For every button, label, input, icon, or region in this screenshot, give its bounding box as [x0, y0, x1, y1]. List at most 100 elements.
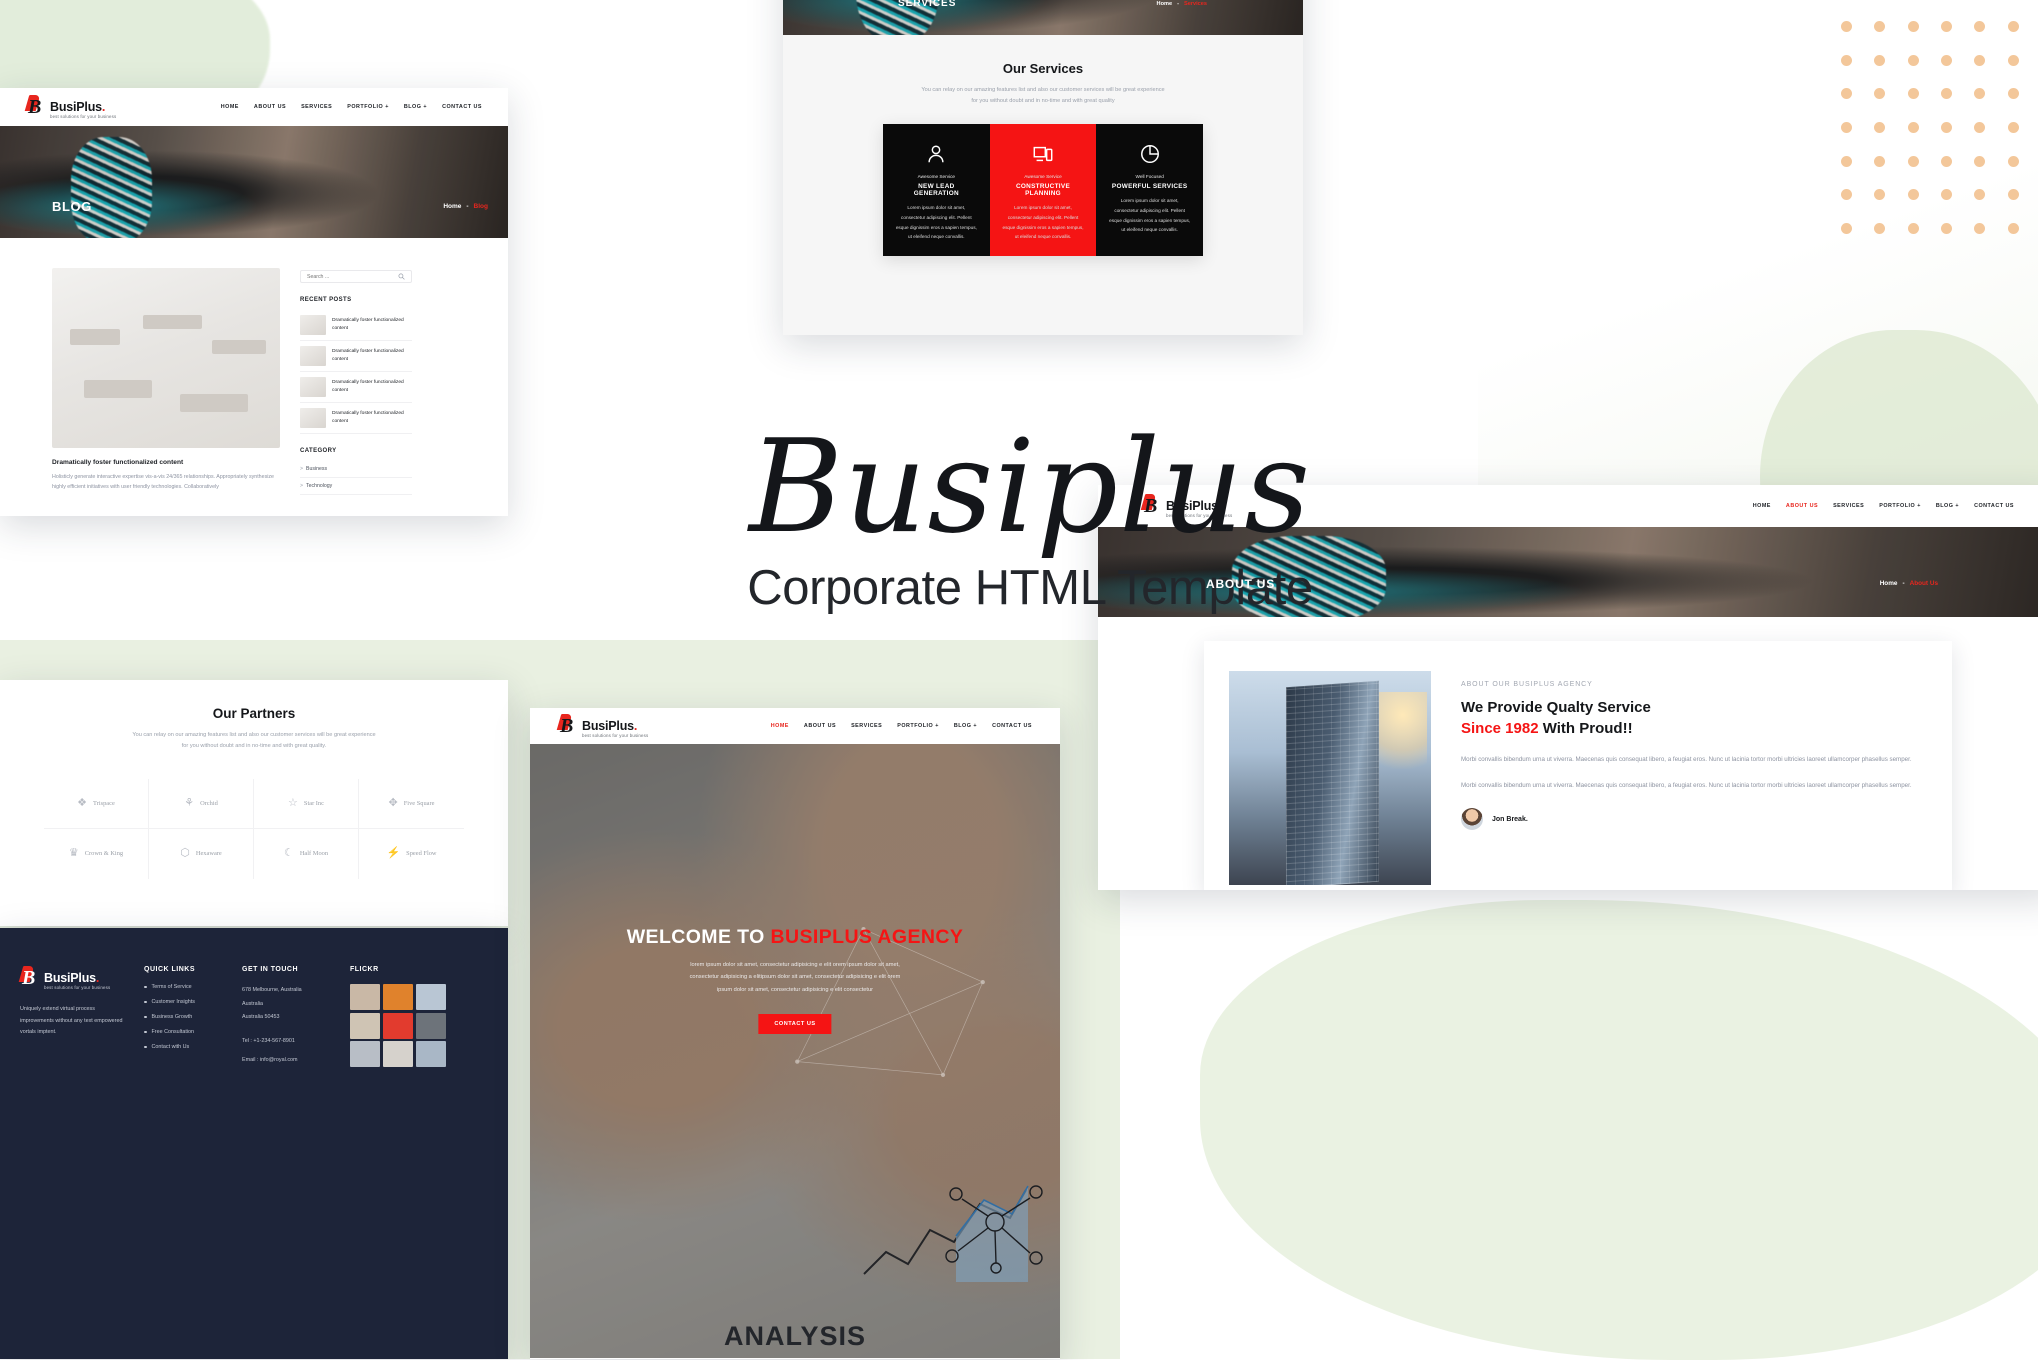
quick-link-item[interactable]: Free Consultation	[144, 1029, 226, 1035]
nav-item-blog[interactable]: BLOG +	[954, 723, 977, 729]
footer-email[interactable]: Email : info@royal.com	[242, 1054, 334, 1068]
flickr-thumbnail[interactable]	[350, 1012, 381, 1039]
partner-item[interactable]: ☆ Star Inc	[254, 778, 359, 829]
recent-post-item[interactable]: Dramatically foster functionalized conte…	[300, 310, 412, 341]
partner-name: Trispace	[93, 799, 115, 807]
service-card[interactable]: Awesome Service NEW LEAD GENERATION Lorem …	[883, 124, 990, 256]
search-input[interactable]	[307, 273, 398, 280]
address-line: 678 Melbourne, Australia	[242, 987, 302, 993]
nav-item-contact-us[interactable]: CONTACT US	[442, 104, 482, 110]
chevron-right-icon: >	[300, 466, 304, 472]
search-box[interactable]	[300, 270, 412, 283]
partner-item[interactable]: ⚡ Speed Flow	[359, 829, 464, 879]
recent-post-thumbnail	[300, 315, 326, 335]
flickr-thumbnail[interactable]	[382, 1012, 414, 1039]
bullet-icon	[144, 1030, 147, 1034]
search-icon[interactable]	[398, 273, 405, 280]
partner-item[interactable]: ☾ Half Moon	[254, 828, 359, 879]
category-item[interactable]: > Technology	[300, 478, 412, 495]
dot	[2007, 121, 2019, 133]
breadcrumb-home[interactable]: Home	[1880, 580, 1898, 587]
product-subtitle: Corporate HTML Template	[747, 560, 1313, 615]
nav-item-blog[interactable]: BLOG +	[1936, 503, 1959, 509]
flickr-thumbnail[interactable]	[415, 984, 446, 1010]
recent-post-item[interactable]: Dramatically foster functionalized conte…	[300, 403, 412, 434]
recent-posts-list: Dramatically foster functionalized conte…	[300, 310, 412, 434]
about-breadcrumb: Home - About Us	[1880, 580, 1938, 587]
nav-item-about-us[interactable]: ABOUT US	[254, 104, 286, 110]
footer-phone[interactable]: Tel : +1-234-567-8901	[242, 1035, 334, 1049]
contact-us-button[interactable]: CONTACT US	[758, 1014, 832, 1034]
quick-link-item[interactable]: Contact with Us	[144, 1044, 226, 1050]
partner-item[interactable]: ❖ Trispace	[44, 778, 149, 829]
about-nav-links[interactable]: HOME ABOUT US SERVICES PORTFOLIO + BLOG + CON…	[1753, 503, 2014, 509]
logo-mark-icon: B	[24, 95, 46, 119]
partner-item[interactable]: ✥ Five Square	[359, 779, 464, 829]
category-item[interactable]: > Business	[300, 461, 412, 478]
breadcrumb-home[interactable]: Home	[1157, 1, 1173, 7]
nav-item-portfolio[interactable]: PORTFOLIO +	[347, 104, 389, 110]
address-lines: 678 Melbourne, Australia Australia Austral…	[242, 984, 334, 1025]
flickr-thumbnail[interactable]	[350, 984, 381, 1010]
dot	[1841, 155, 1853, 167]
dot	[1974, 155, 1986, 167]
nav-item-portfolio[interactable]: PORTFOLIO +	[1879, 503, 1921, 509]
footer-logo[interactable]: B BusiPlus. best solutions for your busi…	[18, 966, 128, 990]
flickr-thumbnail[interactable]	[350, 1041, 381, 1067]
nav-item-about-us[interactable]: ABOUT US	[804, 723, 836, 729]
home-nav-links[interactable]: HOME ABOUT US SERVICES PORTFOLIO + BLOG + CON…	[771, 723, 1032, 729]
breadcrumb-home[interactable]: Home	[443, 203, 461, 210]
dot	[1874, 189, 1886, 201]
nav-item-blog[interactable]: BLOG +	[404, 104, 427, 110]
partner-item[interactable]: ♛ Crown & King	[44, 828, 149, 879]
nav-item-services[interactable]: SERVICES	[851, 723, 882, 729]
quick-link-item[interactable]: Terms of Service	[144, 984, 226, 990]
partner-name: Orchid	[200, 799, 218, 807]
dot	[1941, 21, 1953, 33]
nav-item-contact-us[interactable]: CONTACT US	[1974, 503, 2014, 509]
blog-page-mockup: B BusiPlus. best solutions for your busi…	[0, 88, 508, 516]
services-hero-banner: SERVICES Home - Services	[783, 0, 1303, 35]
dot	[1874, 21, 1886, 33]
blog-post-excerpt: Holisticly generate interactive expertis…	[52, 474, 274, 490]
partner-name: Five Square	[403, 799, 435, 807]
logo[interactable]: B BusiPlus. best solutions for your busi…	[556, 714, 648, 738]
partners-section-mockup: Our Partners You can relay on our amazin…	[0, 680, 508, 926]
user-icon	[928, 145, 944, 163]
flickr-heading: FLICKR	[350, 966, 379, 973]
nav-item-home[interactable]: HOME	[771, 723, 789, 729]
quick-link-item[interactable]: Customer Insights	[144, 999, 226, 1005]
nav-item-services[interactable]: SERVICES	[301, 104, 332, 110]
flickr-thumbnail[interactable]	[382, 1041, 414, 1067]
dot	[1974, 21, 1986, 33]
flickr-thumbnail-grid[interactable]	[350, 984, 446, 1067]
blog-post-title[interactable]: Dramatically foster functionalized conte…	[52, 459, 280, 466]
logo[interactable]: B BusiPlus. best solutions for your busi…	[24, 95, 116, 119]
flickr-thumbnail[interactable]	[382, 984, 414, 1010]
service-card[interactable]: Well Focused POWERFUL SERVICES Lorem ipsum…	[1096, 124, 1204, 256]
blog-nav-links[interactable]: HOME ABOUT US SERVICES PORTFOLIO + BLOG + CON…	[221, 104, 482, 110]
partner-item[interactable]: ⚘ Orchid	[149, 778, 254, 829]
nav-item-home[interactable]: HOME	[1753, 503, 1771, 509]
nav-item-services[interactable]: SERVICES	[1833, 503, 1864, 509]
dot	[2007, 189, 2019, 201]
nav-item-about-us[interactable]: ABOUT US	[1786, 503, 1818, 509]
logo-name: BusiPlus.	[50, 99, 106, 114]
recent-post-title: Dramatically foster functionalized conte…	[332, 411, 404, 424]
about-heading-red: Since 1982	[1461, 720, 1539, 738]
service-title: POWERFUL SERVICES	[1111, 183, 1188, 191]
hero-paragraph-line2: consectetur adipisicing a elitipsum dolo…	[689, 974, 901, 981]
nav-item-contact-us[interactable]: CONTACT US	[992, 723, 1032, 729]
dot	[1841, 88, 1853, 100]
recent-post-item[interactable]: Dramatically foster functionalized conte…	[300, 372, 412, 403]
home-navbar: B BusiPlus. best solutions for your busi…	[530, 708, 1060, 744]
flickr-thumbnail[interactable]	[415, 1041, 446, 1067]
partner-item[interactable]: ⬡ Hexaware	[149, 828, 254, 879]
service-card[interactable]: Awesome Service CONSTRUCTIVE PLANNING Lore…	[989, 124, 1097, 256]
breadcrumb-separator: -	[466, 203, 469, 210]
nav-item-home[interactable]: HOME	[221, 104, 239, 110]
flickr-thumbnail[interactable]	[415, 1012, 446, 1039]
recent-post-item[interactable]: Dramatically foster functionalized conte…	[300, 341, 412, 372]
nav-item-portfolio[interactable]: PORTFOLIO +	[897, 723, 939, 729]
quick-link-item[interactable]: Business Growth	[144, 1014, 226, 1020]
